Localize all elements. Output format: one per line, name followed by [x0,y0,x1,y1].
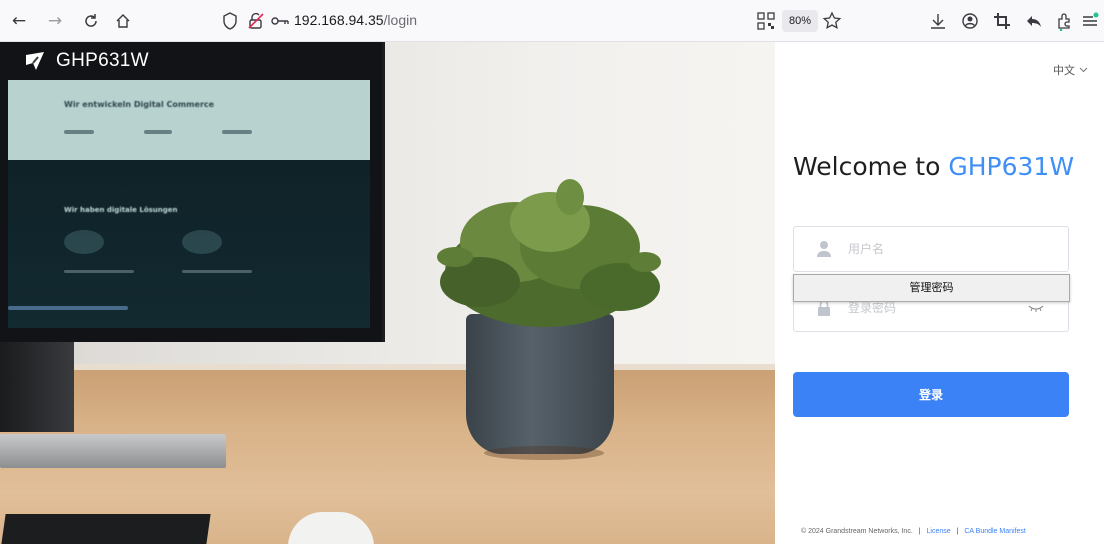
footer: © 2024 Grandstream Networks, Inc. | Lice… [801,528,1026,535]
license-link[interactable]: License [927,528,951,535]
plant-leaves [437,179,661,327]
monitor-base [0,434,226,468]
autocomplete-suggestion[interactable]: 管理密码 [793,274,1070,302]
bookmark-star-icon[interactable] [822,11,842,31]
shield-icon[interactable] [220,11,240,31]
qr-code-icon[interactable] [756,11,776,31]
forward-icon[interactable]: → [44,10,66,32]
key-icon[interactable] [270,11,290,31]
welcome-prefix: Welcome to [793,152,941,181]
crop-icon[interactable] [992,11,1012,31]
brand-name: GHP631W [56,50,149,71]
user-icon [817,241,831,257]
insecure-lock-icon[interactable] [246,11,266,31]
account-icon[interactable] [960,11,980,31]
ca-bundle-link[interactable]: CA Bundle Manifest [964,528,1025,535]
hero-background-image: Wir entwickeln Digital Commerce Wir habe… [0,42,775,544]
monitor-stand [0,342,74,432]
welcome-model: GHP631W [948,152,1075,181]
username-input[interactable] [848,227,1038,271]
footer-separator: | [918,528,921,535]
login-button[interactable]: 登录 [793,372,1069,417]
browser-toolbar: ← → 192.168.94.35/login 80% [0,0,1104,42]
zoom-level-badge[interactable]: 80% [782,10,819,32]
chevron-down-icon [1079,67,1088,73]
app-menu-icon[interactable] [1080,11,1100,31]
language-selector[interactable]: 中文 [1053,62,1088,78]
screen-section: Wir haben digitale Lösungen [64,206,178,214]
grandstream-logo-icon [26,52,44,70]
footer-separator: | [956,528,959,535]
monitor-screen: Wir entwickeln Digital Commerce Wir habe… [8,80,370,328]
eye-closed-icon[interactable] [1028,302,1044,314]
username-field[interactable] [793,226,1069,272]
screen-headline: Wir entwickeln Digital Commerce [64,100,215,109]
reload-icon[interactable] [80,10,102,32]
download-icon[interactable] [928,11,948,31]
url-host: 192.168.94.35 [294,12,384,28]
copyright-text: © 2024 Grandstream Networks, Inc. [801,528,913,535]
welcome-title: Welcome to GHP631W [793,152,1074,181]
keyboard [0,514,211,544]
brand-logo: GHP631W [24,50,149,72]
home-icon[interactable] [112,10,134,32]
back-icon[interactable]: ← [8,10,30,32]
url-path: /login [383,12,417,28]
monitor: Wir entwickeln Digital Commerce Wir habe… [0,42,385,342]
undo-icon[interactable] [1024,11,1044,31]
url-text[interactable]: 192.168.94.35/login [294,12,417,28]
extensions-icon[interactable] [1054,11,1074,31]
login-panel: 中文 Welcome to GHP631W 管理密码 登录 © 2024 Gra… [775,42,1104,544]
language-label: 中文 [1053,64,1075,77]
